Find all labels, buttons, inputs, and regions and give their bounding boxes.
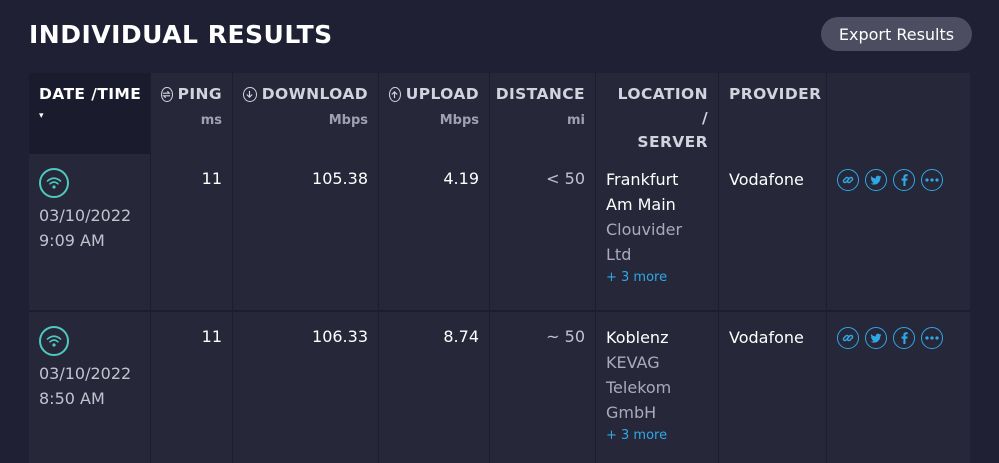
more-icon[interactable] (921, 169, 943, 191)
facebook-icon[interactable] (893, 169, 915, 191)
twitter-icon[interactable] (865, 169, 887, 191)
export-results-button[interactable]: Export Results (821, 17, 972, 51)
link-icon[interactable] (837, 169, 859, 191)
location-cell: Frankfurt Am Main Clouvider Ltd + 3 more (596, 154, 719, 312)
datetime-header-label: DATE /TIME (39, 85, 142, 103)
upload-unit: Mbps (439, 113, 479, 128)
column-header-distance[interactable]: DISTANCE mi (490, 73, 596, 154)
distance-header-label: DISTANCE (495, 85, 585, 103)
column-header-datetime[interactable]: DATE /TIME ▾ (29, 73, 151, 154)
column-header-location[interactable]: LOCATION / SERVER (596, 73, 719, 154)
result-time: 8:50 AM (39, 389, 105, 408)
server-name: Clouvider (606, 220, 683, 239)
link-icon[interactable] (837, 327, 859, 349)
upload-value: 4.19 (379, 154, 490, 312)
download-header-label: DOWNLOAD (261, 85, 368, 103)
ping-icon (161, 86, 173, 102)
ping-value: 11 (151, 154, 233, 312)
wifi-icon (39, 326, 69, 356)
download-unit: Mbps (328, 113, 368, 128)
ping-value: 11 (151, 312, 233, 463)
upload-icon (389, 86, 401, 102)
results-table: DATE /TIME ▾ PING ms DOWNLOAD Mbps UPLOA… (29, 73, 970, 463)
result-time: 9:09 AM (39, 231, 105, 250)
column-header-share (827, 73, 970, 154)
distance-value: ~ 50 (490, 312, 596, 463)
table-row[interactable]: 03/10/2022 9:09 AM 11 105.38 4.19 < 50 F… (29, 154, 970, 312)
table-row[interactable]: 03/10/2022 8:50 AM 11 106.33 8.74 ~ 50 K… (29, 312, 970, 463)
download-value: 105.38 (233, 154, 379, 312)
sort-down-icon[interactable]: ▾ (39, 111, 140, 121)
location-name: Koblenz (606, 328, 669, 347)
download-icon (243, 86, 257, 102)
column-header-upload[interactable]: UPLOAD Mbps (379, 73, 490, 154)
provider-header-label: PROVIDER (729, 85, 822, 103)
column-header-provider[interactable]: PROVIDER (719, 73, 827, 154)
location-name-cont: Am Main (606, 195, 676, 214)
upload-header-label: UPLOAD (405, 85, 479, 103)
datetime-cell: 03/10/2022 8:50 AM (29, 312, 151, 463)
page-title: INDIVIDUAL RESULTS (29, 20, 333, 49)
distance-unit: mi (566, 113, 585, 128)
server-header-label: SERVER (637, 133, 708, 151)
server-name: KEVAG (606, 353, 660, 372)
column-header-ping[interactable]: PING ms (151, 73, 233, 154)
location-header-label: LOCATION / (617, 85, 708, 127)
server-name-cont2: GmbH (606, 403, 657, 422)
download-value: 106.33 (233, 312, 379, 463)
datetime-cell: 03/10/2022 9:09 AM (29, 154, 151, 312)
ping-header-label: PING (177, 85, 222, 103)
more-servers-link[interactable]: + 3 more (606, 267, 710, 289)
location-cell: Koblenz KEVAG Telekom GmbH + 3 more (596, 312, 719, 463)
share-cell (827, 154, 970, 312)
server-name-cont: Ltd (606, 245, 632, 264)
more-servers-link[interactable]: + 3 more (606, 425, 710, 447)
facebook-icon[interactable] (893, 327, 915, 349)
provider-value: Vodafone (719, 312, 827, 463)
wifi-icon (39, 168, 69, 198)
server-name-cont: Telekom (606, 378, 672, 397)
location-name: Frankfurt (606, 170, 679, 189)
distance-value: < 50 (490, 154, 596, 312)
column-header-download[interactable]: DOWNLOAD Mbps (233, 73, 379, 154)
ping-unit: ms (200, 113, 222, 128)
share-cell (827, 312, 970, 463)
provider-value: Vodafone (719, 154, 827, 312)
twitter-icon[interactable] (865, 327, 887, 349)
more-icon[interactable] (921, 327, 943, 349)
result-date: 03/10/2022 (39, 364, 132, 383)
result-date: 03/10/2022 (39, 206, 132, 225)
upload-value: 8.74 (379, 312, 490, 463)
